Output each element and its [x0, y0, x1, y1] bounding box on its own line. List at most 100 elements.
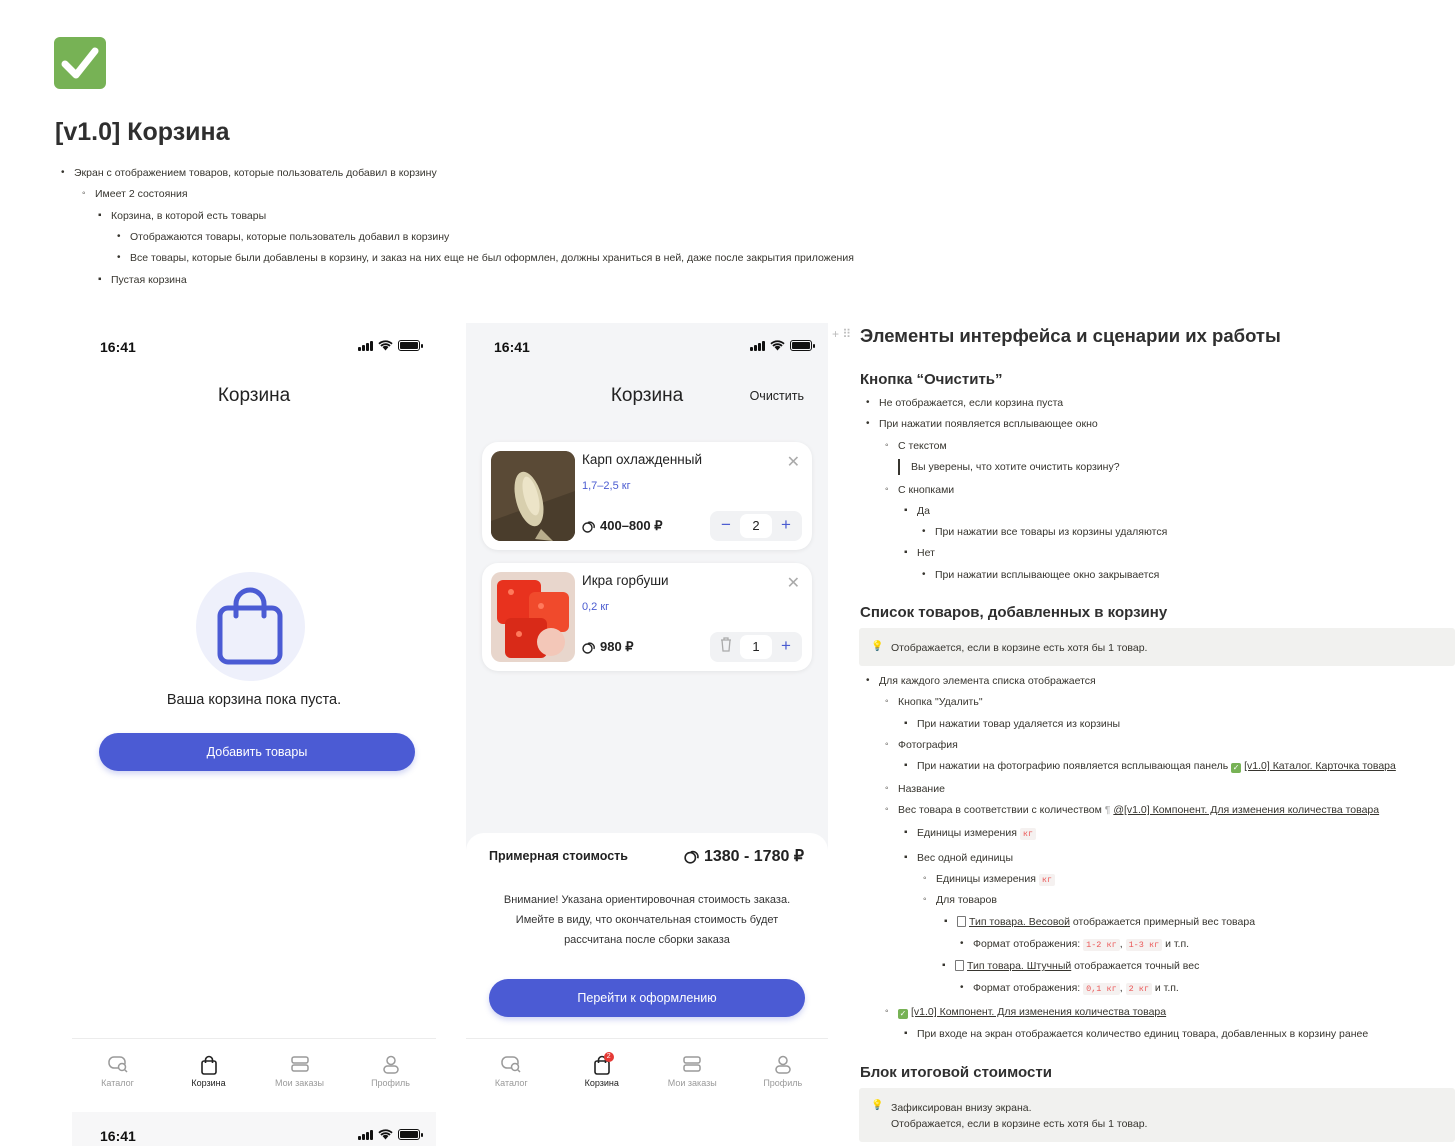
total-value: 1380 - 1780 ₽ — [684, 846, 804, 866]
close-icon[interactable]: ✕ — [787, 573, 800, 593]
wifi-icon — [770, 340, 785, 351]
quantity-value: 1 — [740, 635, 772, 659]
increase-button[interactable]: + — [776, 636, 796, 656]
tab-bar: Каталог Корзина Мои заказы Профиль — [72, 1038, 436, 1108]
tab-label: Каталог — [101, 1078, 134, 1088]
list-item: ▪ Единицы измерения кг — [904, 826, 1037, 841]
status-time: 16:41 — [494, 339, 530, 355]
product-photo[interactable] — [491, 572, 575, 662]
list-item: • Формат отображения: 1-2 кг, 1-3 кг и т.… — [960, 938, 1190, 951]
product-name: Икра горбуши — [582, 573, 669, 588]
status-icons — [750, 340, 815, 351]
tab-catalog[interactable]: Каталог — [466, 1039, 557, 1108]
check-icon: ✓ — [1231, 763, 1242, 773]
clear-button[interactable]: Очистить — [750, 389, 804, 403]
list-item: ▪ При нажатии товар удаляется из корзины — [904, 718, 1121, 730]
status-icons — [358, 340, 423, 351]
tab-label: Каталог — [494, 1078, 528, 1088]
tab-label: Мои заказы — [667, 1078, 717, 1088]
tab-label: Профиль — [371, 1078, 410, 1088]
checkout-button[interactable]: Перейти к оформлению — [489, 979, 805, 1017]
page-link[interactable]: [v1.0] Компонент. Для изменения количест… — [911, 1006, 1166, 1018]
list-item: • Отображаются товары, которые пользовате… — [117, 231, 450, 243]
tab-cart[interactable]: Корзина — [163, 1039, 254, 1108]
callout-text: Зафиксирован внизу экрана. Отображается,… — [891, 1100, 1147, 1132]
status-time: 16:41 — [100, 1128, 136, 1144]
empty-text: Ваша корзина пока пуста. — [166, 692, 342, 708]
tab-catalog[interactable]: Каталог — [72, 1039, 163, 1108]
total-value-text: 1380 - 1780 ₽ — [703, 848, 804, 865]
block-handle-icon[interactable]: + ⠿ — [832, 327, 851, 341]
section-heading: Элементы интерфейса и сценарии их работы — [860, 325, 1281, 346]
quantity-stepper: 1 + — [710, 632, 802, 662]
screen-title: Корзина — [217, 385, 291, 406]
list-item: ◦ ✓ [v1.0] Компонент. Для изменения количе… — [885, 1006, 1167, 1019]
increase-button[interactable]: + — [776, 515, 796, 535]
tab-orders[interactable]: Мои заказы — [254, 1039, 345, 1108]
product-weight: 0,2 кг — [582, 601, 610, 613]
clear-section-heading: Кнопка “Очистить” — [860, 371, 1003, 388]
signal-icon — [358, 1130, 373, 1140]
caviar-image — [491, 572, 575, 662]
tab-label: Мои заказы — [275, 1078, 324, 1088]
mention-link[interactable]: @[v1.0] Компонент. Для изменения количес… — [1113, 804, 1379, 816]
cart-item: Карп охлажденный 1,7–2,5 кг 400–800 ₽ ✕ … — [482, 442, 812, 550]
tab-orders[interactable]: Мои заказы — [647, 1039, 738, 1108]
signal-icon — [358, 341, 373, 351]
check-icon — [54, 37, 106, 89]
bulb-icon: 💡 — [871, 641, 884, 652]
list-item: ◦ Кнопка "Удалить" — [885, 696, 983, 708]
list-section-heading: Список товаров, добавленных в корзину — [860, 604, 1168, 621]
filled-cart-screen: 16:41 Корзина Очистить Карп охлажденный … — [466, 323, 828, 1108]
list-item: ◦ Имеет 2 состояния — [82, 188, 188, 200]
callout-text: Отображается, если в корзине есть хотя б… — [891, 642, 1148, 654]
total-label: Примерная стоимость — [489, 849, 628, 863]
list-item: ◦ Единицы измерения кг — [923, 872, 1056, 887]
orders-icon — [290, 1055, 310, 1075]
tab-label: Корзина — [584, 1078, 619, 1088]
product-price: 980 ₽ — [582, 639, 634, 655]
profile-icon — [382, 1055, 400, 1075]
list-item: ◦ С текстом — [885, 440, 947, 452]
list-item: ▪ Пустая корзина — [98, 274, 187, 286]
decrease-button[interactable]: − — [716, 515, 736, 535]
coin-icon — [582, 642, 595, 654]
list-item: ▪ Тип товара. Штучный отображается точный… — [942, 960, 1200, 972]
cart-icon — [200, 1055, 218, 1075]
quantity-value: 2 — [740, 514, 772, 538]
list-item: • При нажатии все товары из корзины удаля… — [922, 526, 1168, 538]
tab-cart[interactable]: 2 Корзина — [557, 1039, 648, 1108]
bag-illustration — [196, 572, 305, 681]
notice-line: рассчитана после сборки заказа — [564, 934, 730, 946]
list-item: • При нажатии появляется всплывающее окно — [866, 418, 1098, 430]
battery-icon — [790, 340, 815, 351]
callout-line: Отображается, если в корзине есть хотя б… — [891, 1118, 1148, 1130]
empty-cart-screen: 16:41 Корзина Ваша корзина пока пуста. Д… — [72, 323, 436, 1108]
add-items-button[interactable]: Добавить товары — [99, 733, 415, 771]
list-item: ▪ Да — [904, 505, 930, 517]
list-item: ◦ Вес товара в соответствии с количеством… — [885, 804, 1380, 816]
notice-line: Имейте в виду, что окончательная стоимос… — [515, 914, 779, 926]
page-title: [v1.0] Корзина — [55, 118, 230, 146]
product-price: 400–800 ₽ — [582, 518, 663, 534]
tab-profile[interactable]: Профиль — [738, 1039, 829, 1108]
notice-line: Внимание! Указана ориентировочная стоимо… — [503, 894, 791, 906]
coin-icon — [684, 850, 699, 864]
list-item: • Для каждого элемента списка отображаетс… — [866, 675, 1096, 687]
list-item: • Формат отображения: 0,1 кг, 2 кг и т.п. — [960, 982, 1179, 995]
signal-icon — [750, 341, 765, 351]
list-item: ▪ При нажатии на фотографию появляется вс… — [904, 760, 1396, 773]
list-item: ◦ Фотография — [885, 739, 958, 751]
page-link[interactable]: [v1.0] Каталог. Карточка товара — [1244, 760, 1396, 772]
list-item: • Экран с отображением товаров, которые п… — [61, 167, 437, 179]
trash-icon[interactable] — [716, 636, 736, 657]
close-icon[interactable]: ✕ — [787, 452, 800, 472]
inline-code: кг — [1019, 828, 1037, 840]
page-link[interactable]: Тип товара. Штучный — [967, 960, 1071, 972]
product-photo[interactable] — [491, 451, 575, 541]
product-weight: 1,7–2,5 кг — [582, 480, 631, 492]
tab-profile[interactable]: Профиль — [345, 1039, 436, 1108]
inline-code: кг — [1038, 874, 1056, 886]
page-link[interactable]: Тип товара. Весовой — [969, 916, 1070, 928]
paragraph-icon: ¶ — [1104, 804, 1111, 816]
